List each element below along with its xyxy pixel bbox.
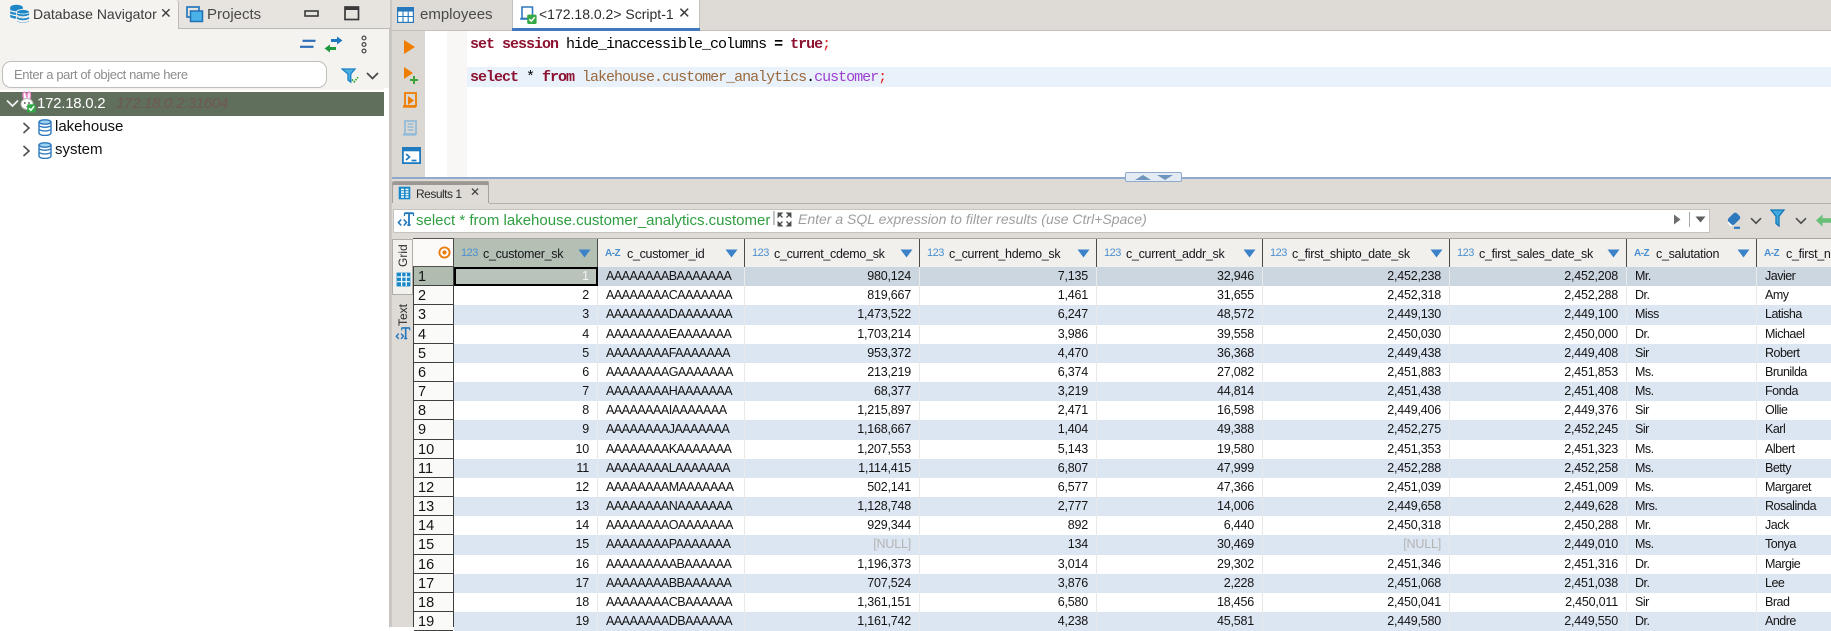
svg-text:Text: Text xyxy=(396,303,410,326)
svg-text:Grid: Grid xyxy=(396,244,410,267)
